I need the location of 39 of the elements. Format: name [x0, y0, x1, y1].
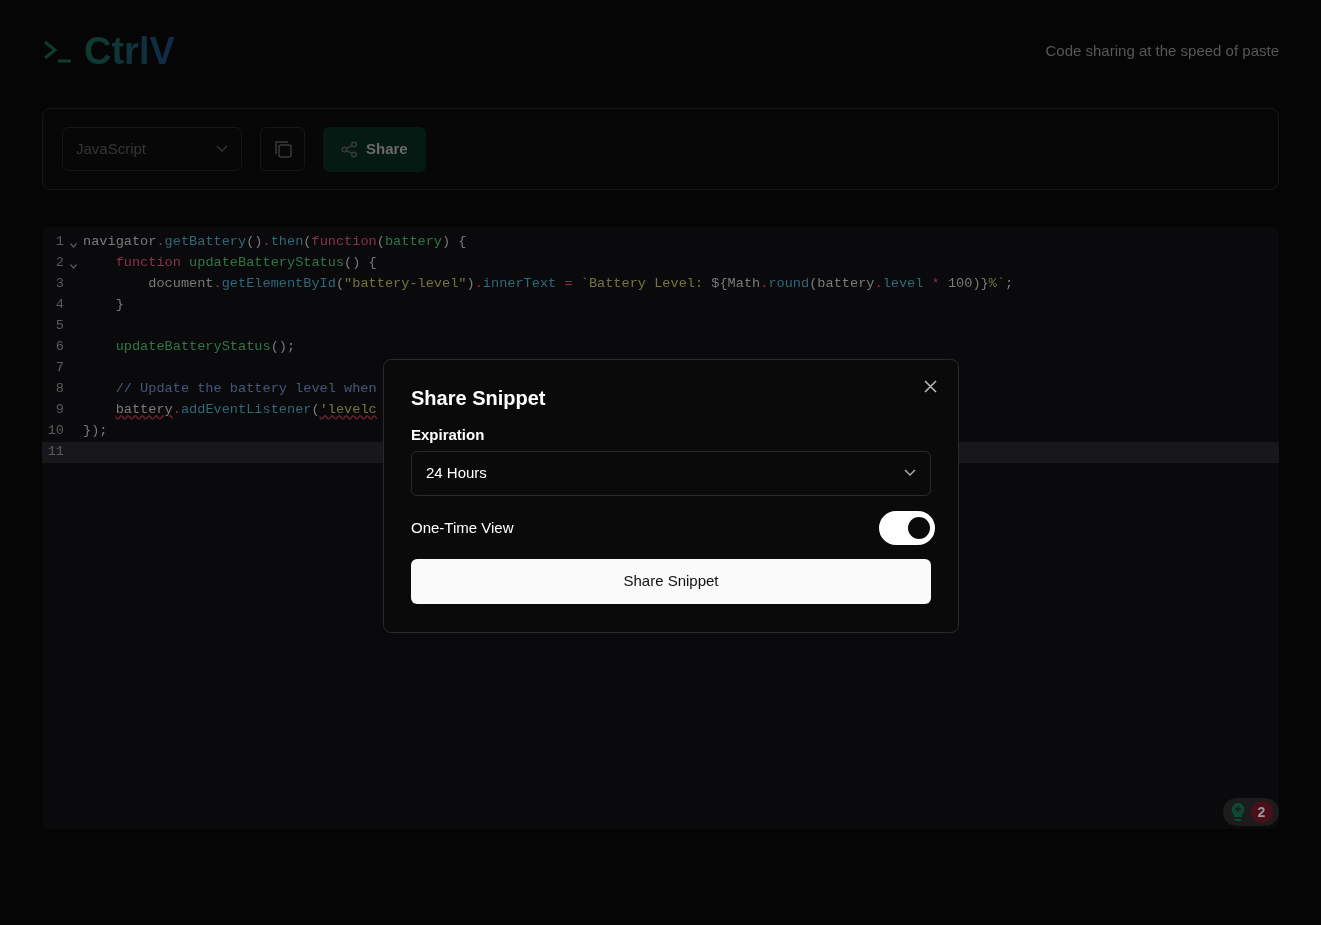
code-line: document.getElementById("battery-level").innerText = `Battery Level: ${Math.round(battery.level * 100)}%`; [147, 275, 1014, 294]
line-number: 6 [54, 338, 64, 357]
dialog-title: Share Snippet [411, 386, 547, 411]
expiration-select[interactable]: 24 Hours [411, 450, 931, 496]
field-label: Expiration [411, 425, 486, 445]
fold-chevron-icon[interactable] [70, 264, 77, 269]
share-snippet-button[interactable]: Share Snippet [411, 558, 931, 604]
line-number: 10 [46, 422, 64, 441]
code-line: } [114, 296, 124, 315]
chevron-down-icon [904, 469, 916, 477]
line-number: 8 [54, 380, 64, 399]
toggle-label: One-Time View [411, 517, 514, 538]
line-number: 7 [54, 359, 64, 378]
tagline: Code sharing at the speed of paste [1045, 40, 1279, 61]
chevron-down-icon [216, 145, 228, 153]
line-number: 1 [54, 233, 64, 252]
code-line: navigator.getBattery().then(function(battery) { [83, 233, 467, 252]
line-number: 2 [54, 254, 64, 273]
code-line: battery.addEventListener('levelc [114, 401, 377, 420]
extension-badge[interactable]: 2 [1223, 798, 1279, 826]
line-number: 9 [54, 401, 64, 420]
line-number: 4 [54, 296, 64, 315]
close-icon [924, 380, 937, 393]
code-line: updateBatteryStatus(); [114, 338, 296, 357]
close-button[interactable] [923, 379, 938, 394]
code-line: function updateBatteryStatus() { [114, 254, 377, 273]
copy-icon [273, 140, 292, 158]
lightbulb-icon [1229, 802, 1246, 822]
code-line: }); [83, 422, 108, 441]
toggle-switch[interactable] [879, 511, 935, 545]
notification-count: 2 [1250, 801, 1273, 823]
code-line: // Update the battery level when [114, 380, 377, 399]
fold-chevron-icon[interactable] [70, 243, 77, 248]
share-button[interactable]: Share [323, 126, 426, 172]
line-number: 3 [54, 275, 64, 294]
line-number: 11 [46, 443, 64, 462]
share-icon [341, 140, 358, 158]
line-number: 5 [54, 317, 64, 336]
terminal-icon [42, 38, 72, 64]
